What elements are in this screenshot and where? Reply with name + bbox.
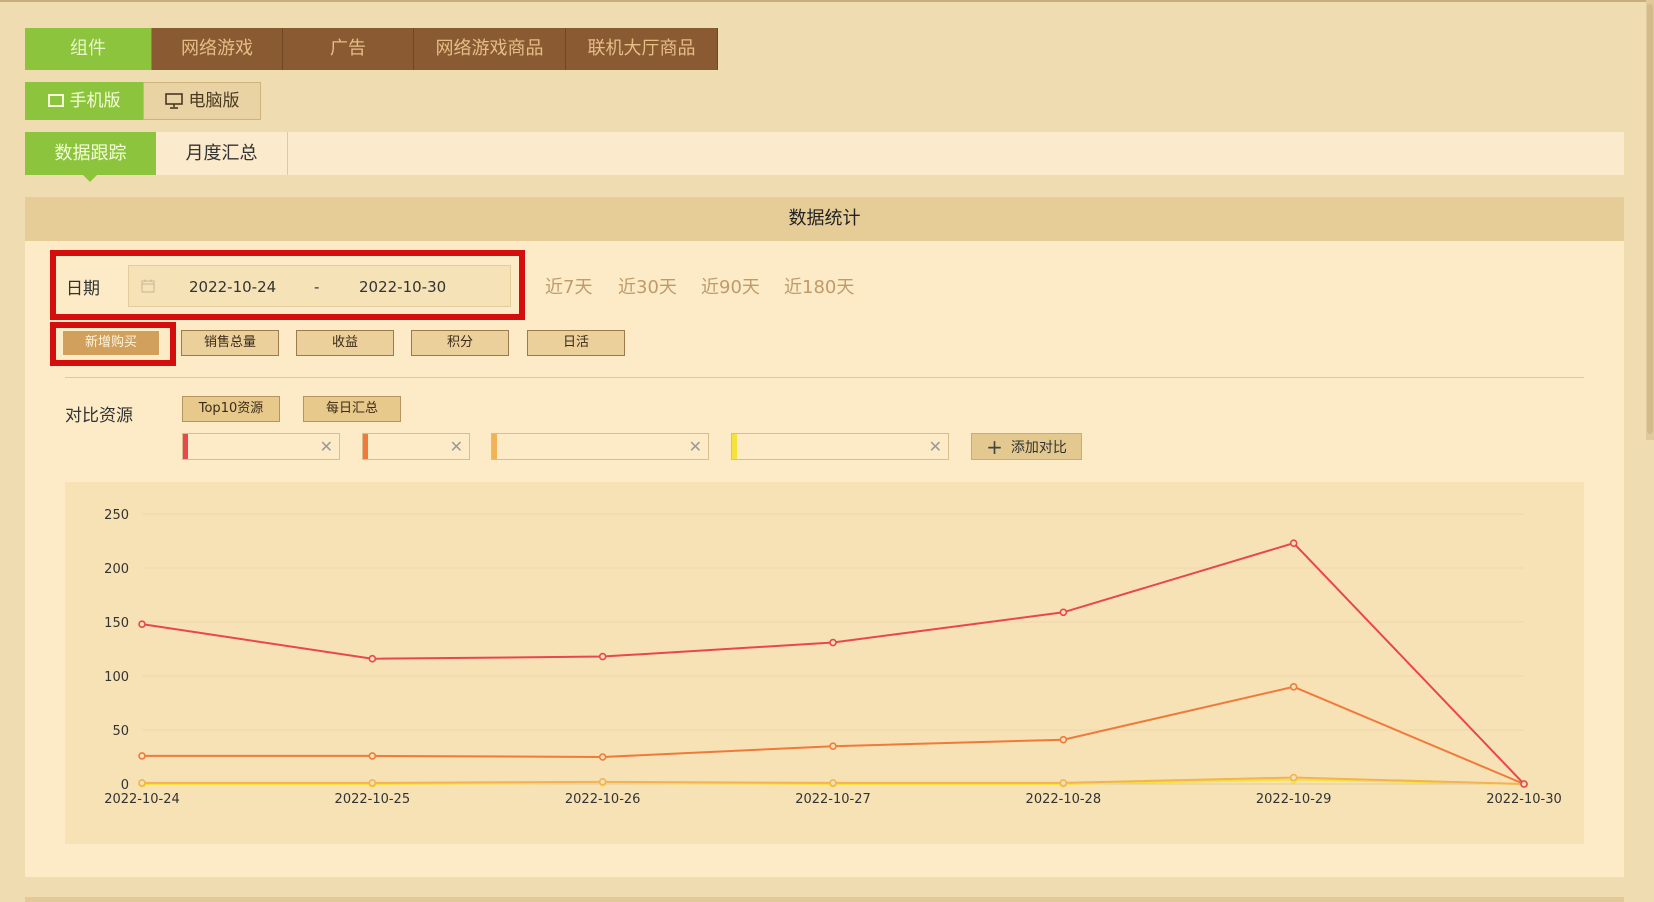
series-color-strip — [363, 434, 368, 459]
scrollbar-thumb[interactable] — [1647, 4, 1653, 434]
date-range-picker[interactable]: 2022-10-24 - 2022-10-30 — [128, 265, 511, 307]
x-tick-label: 2022-10-30 — [1486, 792, 1562, 807]
x-tick-label: 2022-10-28 — [1026, 792, 1102, 807]
metric-total-sales[interactable]: 销售总量 — [181, 330, 279, 356]
metric-points[interactable]: 积分 — [411, 330, 509, 356]
data-point — [368, 752, 377, 760]
tab-lobby-goods[interactable]: 联机大厅商品 — [566, 28, 718, 70]
data-point — [598, 753, 607, 761]
tab-monthly-summary[interactable]: 月度汇总 — [156, 132, 288, 175]
resource-input-1[interactable]: ✕ — [182, 433, 340, 460]
tab-ads[interactable]: 广告 — [283, 28, 414, 70]
end-date[interactable]: 2022-10-30 — [359, 278, 446, 296]
data-point — [138, 779, 146, 787]
y-tick-label: 100 — [104, 670, 129, 685]
data-point — [138, 752, 146, 760]
data-point — [1059, 735, 1068, 744]
quick-range-30-days[interactable]: 近30天 — [618, 273, 677, 299]
resource-input-4[interactable]: ✕ — [731, 433, 949, 460]
metric-revenue[interactable]: 收益 — [296, 330, 394, 356]
tab-data-tracking[interactable]: 数据跟踪 — [25, 132, 156, 182]
y-tick-label: 200 — [104, 562, 129, 577]
quick-range-180-days[interactable]: 近180天 — [784, 273, 854, 299]
plus-icon: + — [986, 434, 1003, 459]
close-icon[interactable]: ✕ — [320, 437, 333, 456]
add-compare-label: 添加对比 — [1010, 439, 1067, 456]
sub-tabs: 数据跟踪 月度汇总 — [25, 132, 1624, 182]
x-tick-label: 2022-10-26 — [565, 792, 641, 807]
x-tick-label: 2022-10-27 — [795, 792, 871, 807]
page-scrollbar[interactable] — [1646, 0, 1654, 440]
platform-switch: 手机版 电脑版 — [25, 82, 261, 120]
tab-online-game-goods[interactable]: 网络游戏商品 — [414, 28, 566, 70]
line-chart-svg: 0 50 100 150 200 250 2022-10-24 2022-10-25 2022-… — [104, 508, 1562, 807]
tab-online-games[interactable]: 网络游戏 — [152, 28, 283, 70]
top-edge-line — [0, 0, 1654, 2]
series-color-strip — [183, 434, 188, 459]
series-color-strip — [732, 434, 737, 459]
bottom-strip — [25, 897, 1624, 902]
data-point — [829, 779, 837, 787]
data-point — [368, 779, 377, 787]
compare-resources-label: 对比资源 — [65, 406, 133, 426]
monitor-icon — [164, 93, 183, 109]
quick-range-90-days[interactable]: 近90天 — [701, 273, 760, 299]
mobile-version-label: 手机版 — [69, 91, 121, 111]
data-point — [1289, 773, 1298, 782]
data-point — [598, 652, 607, 661]
main-tabs: 组件 网络游戏 广告 网络游戏商品 联机大厅商品 — [25, 28, 718, 70]
data-point — [368, 654, 377, 663]
y-tick-label: 250 — [104, 508, 129, 523]
resource-input-2[interactable]: ✕ — [362, 433, 470, 460]
add-compare-button[interactable]: + 添加对比 — [971, 433, 1082, 460]
y-tick-label: 50 — [112, 724, 129, 739]
x-tick-label: 2022-10-24 — [104, 792, 180, 807]
x-tick-label: 2022-10-25 — [335, 792, 411, 807]
data-point — [1520, 780, 1528, 788]
resource-input-3[interactable]: ✕ — [491, 433, 709, 460]
date-label: 日期 — [66, 279, 100, 299]
pc-version-label: 电脑版 — [188, 91, 240, 111]
series-line — [142, 685, 1525, 785]
y-tick-label: 150 — [104, 616, 129, 631]
y-tick-label: 0 — [121, 778, 129, 793]
start-date[interactable]: 2022-10-24 — [189, 278, 276, 296]
data-point — [829, 638, 837, 647]
panel-title: 数据统计 — [25, 197, 1624, 241]
data-point — [598, 778, 607, 786]
series-color-strip — [492, 434, 497, 459]
section-divider — [65, 377, 1584, 378]
data-point — [1059, 608, 1068, 617]
data-point — [829, 742, 837, 751]
close-icon[interactable]: ✕ — [450, 437, 463, 456]
data-point — [138, 620, 146, 628]
quick-range-7-days[interactable]: 近7天 — [545, 273, 592, 299]
data-point — [1289, 539, 1298, 547]
top10-resources-button[interactable]: Top10资源 — [182, 396, 280, 422]
line-chart: 0 50 100 150 200 250 2022-10-24 2022-10-25 2022-… — [65, 482, 1584, 844]
data-point — [1289, 683, 1298, 691]
tab-components[interactable]: 组件 — [25, 28, 152, 70]
daily-summary-button[interactable]: 每日汇总 — [303, 396, 401, 422]
pc-version-button[interactable]: 电脑版 — [143, 82, 261, 120]
mobile-version-button[interactable]: 手机版 — [25, 82, 143, 120]
calendar-icon — [141, 279, 155, 293]
metric-daily-active[interactable]: 日活 — [527, 330, 625, 356]
mobile-icon — [47, 94, 64, 107]
data-point — [1059, 779, 1068, 787]
date-separator: - — [314, 278, 320, 296]
close-icon[interactable]: ✕ — [689, 437, 702, 456]
metric-new-purchase[interactable]: 新增购买 — [62, 330, 160, 356]
close-icon[interactable]: ✕ — [929, 437, 942, 456]
x-tick-label: 2022-10-29 — [1256, 792, 1332, 807]
